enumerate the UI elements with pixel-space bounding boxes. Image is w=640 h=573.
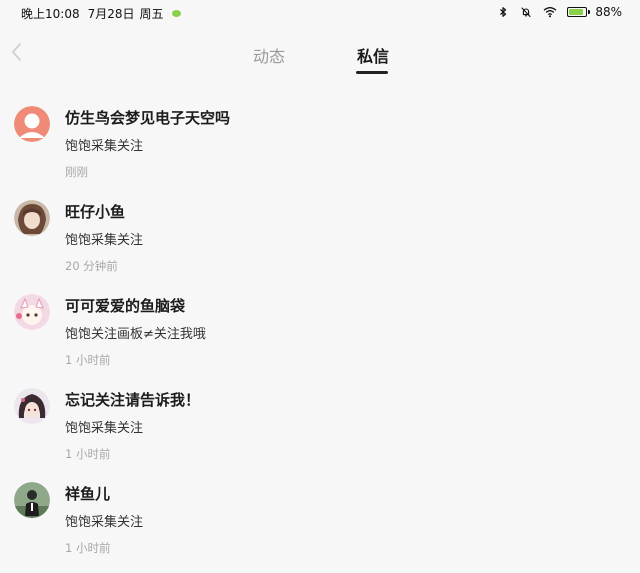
user-avatar[interactable] bbox=[14, 388, 50, 424]
battery-body bbox=[567, 7, 588, 17]
status-date: 7月28日 bbox=[87, 7, 135, 21]
status-bar: 晚上10:08 7月28日 周五 88% bbox=[0, 0, 640, 24]
list-item[interactable]: 祥鱼儿 饱饱采集关注 1 小时前 bbox=[0, 470, 640, 564]
list-item[interactable]: 仿生鸟会梦见电子天空吗 饱饱采集关注 刚刚 bbox=[0, 94, 640, 188]
sender-name: 仿生鸟会梦见电子天空吗 bbox=[65, 109, 231, 127]
battery-icon bbox=[567, 7, 591, 17]
tab-activity[interactable]: 动态 bbox=[253, 43, 285, 67]
message-time: 刚刚 bbox=[65, 165, 88, 179]
list-item[interactable]: 旺仔小鱼 饱饱采集关注 20 分钟前 bbox=[0, 188, 640, 282]
message-preview: 饱饱采集关注 bbox=[65, 233, 144, 248]
list-item[interactable]: 可可爱爱的鱼脑袋 饱饱关注画板≠关注我哦 1 小时前 bbox=[0, 282, 640, 376]
wifi-icon bbox=[543, 7, 557, 18]
message-preview: 饱饱关注画板≠关注我哦 bbox=[65, 327, 206, 342]
message-time: 20 分钟前 bbox=[65, 259, 118, 273]
wechat-icon bbox=[171, 10, 181, 17]
bluetooth-icon bbox=[500, 7, 507, 17]
status-weekday: 周五 bbox=[139, 7, 164, 21]
user-avatar[interactable] bbox=[14, 200, 50, 236]
battery-cap bbox=[588, 10, 591, 14]
battery-percent: 88% bbox=[595, 5, 622, 19]
message-time: 1 小时前 bbox=[65, 541, 111, 555]
user-avatar[interactable] bbox=[14, 294, 50, 330]
list-item[interactable]: 忘记关注请告诉我！ 饱饱采集关注 1 小时前 bbox=[0, 376, 640, 470]
sender-name: 祥鱼儿 bbox=[65, 485, 111, 503]
message-preview: 饱饱采集关注 bbox=[65, 139, 144, 154]
mute-icon bbox=[521, 7, 532, 18]
sender-name: 旺仔小鱼 bbox=[65, 203, 126, 221]
message-preview: 饱饱采集关注 bbox=[65, 421, 144, 436]
tab-active-indicator bbox=[356, 71, 388, 74]
sender-name: 忘记关注请告诉我！ bbox=[65, 391, 201, 409]
tab-messages[interactable]: 私信 bbox=[357, 43, 389, 67]
message-time: 1 小时前 bbox=[65, 353, 111, 367]
status-right: 88% bbox=[496, 5, 622, 19]
sender-name: 可可爱爱的鱼脑袋 bbox=[65, 297, 186, 315]
default-avatar-icon[interactable] bbox=[14, 106, 50, 142]
status-left: 晚上10:08 7月28日 周五 bbox=[21, 5, 181, 22]
header: 动态 私信 bbox=[0, 30, 640, 80]
message-time: 1 小时前 bbox=[65, 447, 111, 461]
chevron-left-icon[interactable] bbox=[6, 40, 28, 64]
user-avatar[interactable] bbox=[14, 482, 50, 518]
battery-fill bbox=[569, 9, 584, 15]
message-preview: 饱饱采集关注 bbox=[65, 515, 144, 530]
status-time: 晚上10:08 bbox=[21, 7, 80, 21]
